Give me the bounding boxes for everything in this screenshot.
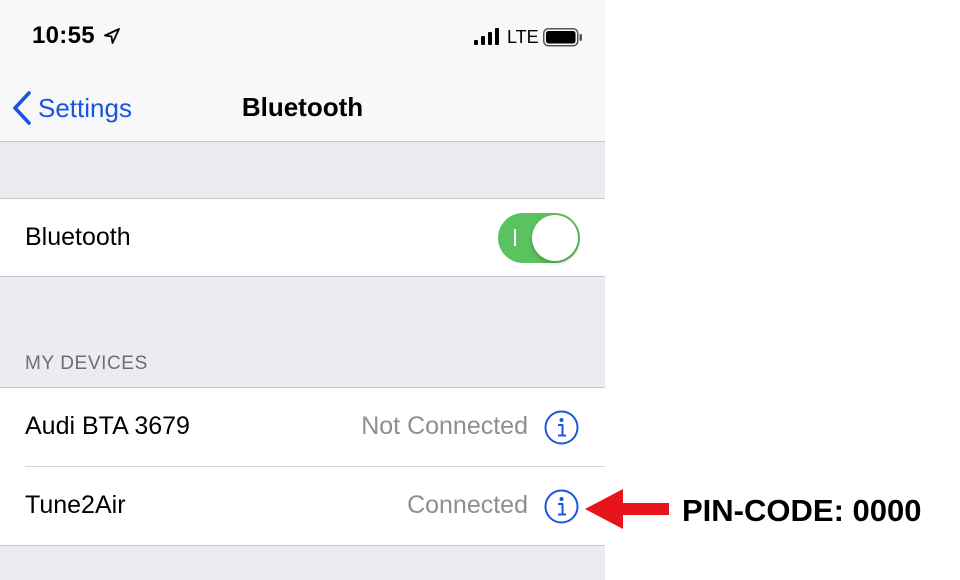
network-type: LTE xyxy=(507,27,539,47)
device-name: Audi BTA 3679 xyxy=(25,412,190,440)
toggle-on-mark xyxy=(514,229,516,246)
my-devices-list: Audi BTA 3679 Not Connected Tune2Air Con… xyxy=(0,387,605,546)
location-arrow-icon xyxy=(104,28,120,44)
my-devices-header: MY DEVICES xyxy=(25,353,148,374)
bluetooth-toggle-row: Bluetooth xyxy=(0,198,605,277)
bluetooth-toggle[interactable] xyxy=(498,213,580,263)
page-title: Bluetooth xyxy=(0,92,605,123)
info-icon[interactable] xyxy=(544,410,579,445)
device-status: Connected xyxy=(407,491,528,519)
left-arrow-icon xyxy=(585,489,669,529)
toggle-knob xyxy=(532,215,578,261)
page-title-text: Bluetooth xyxy=(241,92,364,122)
navigation-bar: Settings Bluetooth xyxy=(0,72,605,142)
bluetooth-label: Bluetooth xyxy=(25,223,131,251)
status-time: 10:55 xyxy=(32,22,95,49)
battery-icon xyxy=(543,28,582,47)
cellular-signal-icon xyxy=(474,28,499,45)
device-row[interactable]: Audi BTA 3679 Not Connected xyxy=(0,388,605,467)
status-bar: 10:55 LTE xyxy=(0,0,605,72)
device-row[interactable]: Tune2Air Connected xyxy=(0,467,605,546)
info-icon[interactable] xyxy=(544,489,579,524)
settings-screen: 10:55 LTE Settings Bluetooth Bluetooth M… xyxy=(0,0,605,580)
device-status: Not Connected xyxy=(361,412,528,440)
pin-code-annotation: PIN-CODE: 0000 xyxy=(682,493,922,528)
device-name: Tune2Air xyxy=(25,491,126,519)
